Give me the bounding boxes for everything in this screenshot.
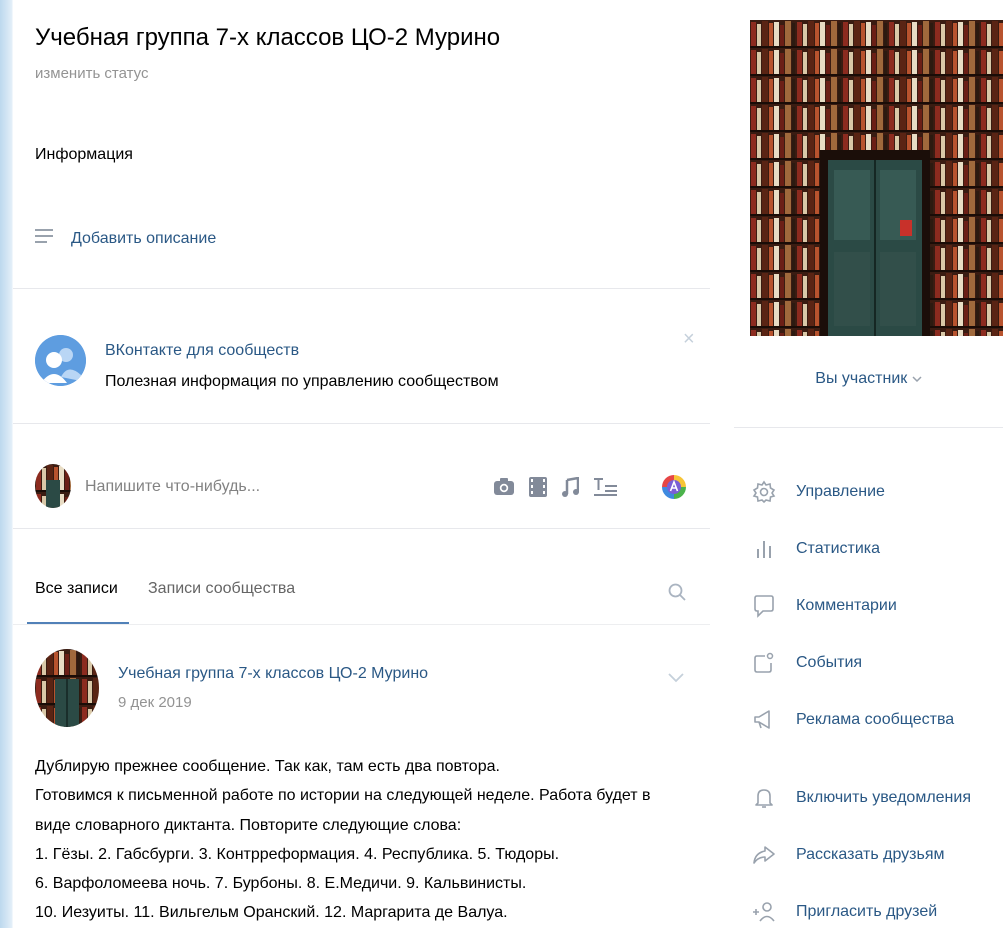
chevron-down-icon[interactable]	[668, 670, 684, 688]
add-description-label: Добавить описание	[71, 229, 217, 247]
menu-item-statistics[interactable]: Статистика	[750, 535, 880, 563]
menu-item-label: Статистика	[796, 540, 881, 557]
promo-text: Полезная информация по управлению сообще…	[105, 373, 499, 390]
post-text: Дублирую прежнее сообщение. Так как, там…	[35, 752, 715, 928]
close-icon[interactable]: ×	[683, 328, 695, 351]
post-text-line: 6. Варфоломеева ночь. 7. Бурбоны. 8. Е.М…	[35, 875, 527, 893]
info-heading: Информация	[35, 146, 133, 163]
statistics-icon	[750, 535, 778, 563]
camera-icon[interactable]	[492, 476, 516, 498]
comment-icon	[750, 592, 778, 620]
search-icon[interactable]	[668, 583, 686, 606]
change-status-link[interactable]: изменить статус	[35, 65, 149, 82]
menu-item-label: Включить уведомления	[796, 789, 971, 806]
megaphone-icon	[750, 706, 778, 734]
chevron-down-icon	[912, 370, 922, 387]
post-author-link[interactable]: Учебная группа 7-х классов ЦО-2 Мурино	[118, 665, 428, 683]
menu-item-invite-friends[interactable]: Пригласить друзей	[750, 898, 937, 926]
main-column: Учебная группа 7-х классов ЦО-2 Мурино и…	[13, 0, 710, 923]
menu-item-events[interactable]: События	[750, 649, 862, 677]
gear-icon	[750, 478, 778, 506]
add-description-link[interactable]: Добавить описание	[35, 228, 216, 249]
events-icon	[750, 649, 778, 677]
menu-item-label: Реклама сообщества	[796, 711, 955, 728]
share-icon	[750, 841, 778, 869]
promo-title-link[interactable]: ВКонтакте для сообществ	[105, 342, 299, 360]
video-icon[interactable]	[527, 476, 549, 498]
text-format-icon[interactable]	[593, 476, 619, 498]
music-icon[interactable]	[559, 476, 581, 498]
post-date[interactable]: 9 дек 2019	[118, 694, 192, 711]
membership-label: Вы участник	[815, 370, 908, 387]
menu-item-notifications[interactable]: Включить уведомления	[750, 784, 971, 812]
menu-item-management[interactable]: Управление	[750, 478, 885, 506]
invite-friends-icon	[750, 898, 778, 926]
tab-community-posts[interactable]: Записи сообщества	[148, 580, 295, 598]
menu-item-advertising[interactable]: Реклама сообщества	[750, 706, 954, 734]
divider	[13, 624, 710, 625]
post-text-line: виде словарного диктанта. Повторите след…	[35, 816, 462, 834]
post-text-line: 10. Иезуиты. 11. Вильгельм Оранский. 12.…	[35, 904, 508, 922]
menu-item-comments[interactable]: Комментарии	[750, 592, 897, 620]
community-icon	[35, 335, 86, 386]
tab-all-posts[interactable]: Все записи	[35, 580, 118, 598]
post-text-line: Дублирую прежнее сообщение. Так как, там…	[35, 758, 500, 775]
divider	[734, 427, 1003, 428]
membership-dropdown[interactable]: Вы участник	[734, 370, 1003, 388]
menu-item-share[interactable]: Рассказать друзьям	[750, 841, 945, 869]
divider	[13, 528, 710, 529]
post-text-line: Готовимся к письменной работе по истории…	[35, 787, 651, 805]
menu-item-label: Рассказать друзьям	[796, 846, 945, 863]
menu-item-label: Пригласить друзей	[796, 903, 938, 920]
menu-item-label: Управление	[796, 483, 885, 500]
post-text-line: 1. Гёзы. 2. Габсбурги. 3. Контрреформаци…	[35, 845, 560, 863]
poster-icon[interactable]	[661, 475, 687, 499]
post-composer-input[interactable]	[85, 478, 465, 496]
avatar[interactable]	[35, 464, 71, 508]
page-title: Учебная группа 7-х классов ЦО-2 Мурино	[35, 24, 501, 51]
right-column: Вы участник Управление Статистика Коммен…	[734, 0, 1003, 923]
menu-item-label: События	[796, 654, 863, 671]
avatar[interactable]	[35, 649, 99, 727]
bell-icon	[750, 784, 778, 812]
divider	[13, 423, 710, 424]
cover-photo[interactable]	[750, 20, 1003, 336]
list-icon	[35, 228, 55, 249]
menu-item-label: Комментарии	[796, 597, 897, 614]
divider	[13, 288, 710, 289]
